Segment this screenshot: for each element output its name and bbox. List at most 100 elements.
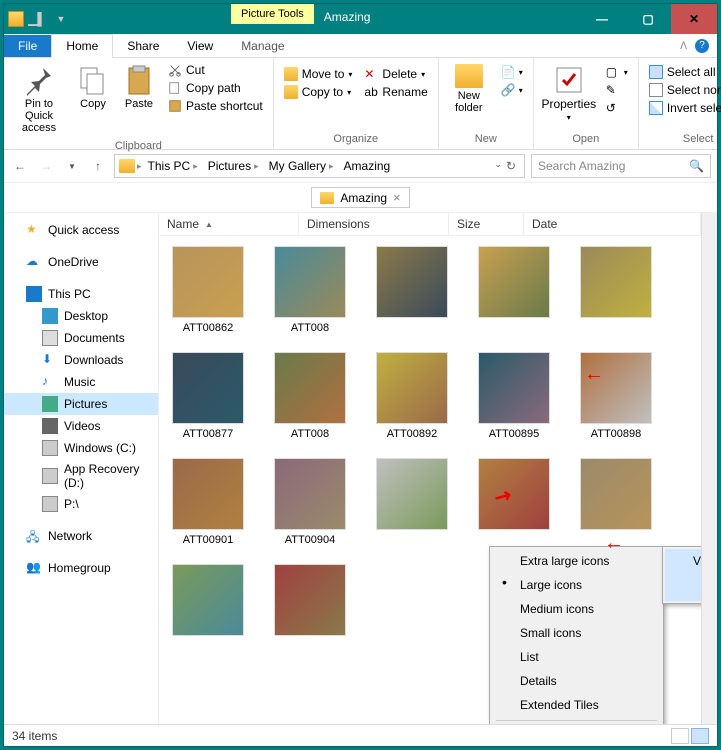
sidebar-p-drive[interactable]: P:\ xyxy=(4,493,158,515)
sidebar-videos[interactable]: Videos xyxy=(4,415,158,437)
ctx-small-icons[interactable]: Small icons xyxy=(492,621,661,645)
sidebar-desktop[interactable]: Desktop xyxy=(4,305,158,327)
search-input[interactable]: Search Amazing 🔍 xyxy=(531,154,711,178)
forward-button[interactable]: → xyxy=(36,156,56,176)
file-thumbnail[interactable] xyxy=(271,564,349,640)
ctx-list[interactable]: List xyxy=(492,645,661,669)
file-thumbnail[interactable] xyxy=(373,246,451,334)
file-thumbnail[interactable]: ATT00901 xyxy=(169,458,247,546)
rename-button[interactable]: abRename xyxy=(360,84,431,100)
file-thumbnail[interactable]: ATT00898 xyxy=(577,352,655,440)
crumb-mygallery[interactable]: My Gallery▸ xyxy=(265,159,338,173)
file-thumbnail[interactable] xyxy=(577,458,655,546)
sidebar-network[interactable]: 🖧Network xyxy=(4,525,158,547)
file-thumbnail[interactable]: ATT00877 xyxy=(169,352,247,440)
file-thumbnail[interactable]: ATT008 xyxy=(271,246,349,334)
sidebar-downloads[interactable]: ⬇Downloads xyxy=(4,349,158,371)
ctx-medium-icons[interactable]: Medium icons xyxy=(492,597,661,621)
thumbnail-image xyxy=(580,352,652,424)
copy-button[interactable]: Copy xyxy=(72,60,114,114)
help-icon[interactable]: ? xyxy=(695,39,709,53)
invert-selection-button[interactable]: Invert selection xyxy=(645,100,721,116)
sidebar-quick-access[interactable]: ★Quick access xyxy=(4,219,158,241)
new-folder-button[interactable]: New folder xyxy=(445,60,493,118)
file-thumbnail[interactable] xyxy=(373,458,451,546)
paste-button[interactable]: Paste xyxy=(118,60,160,114)
tab-file[interactable]: File xyxy=(4,35,51,57)
vertical-scrollbar[interactable] xyxy=(701,213,717,724)
sidebar-documents[interactable]: Documents xyxy=(4,327,158,349)
file-thumbnail[interactable]: ATT00895 xyxy=(475,352,553,440)
new-item-button[interactable]: 📄▾ xyxy=(497,64,527,80)
content-pane: Name▲ Dimensions Size Date ATT00862ATT00… xyxy=(159,213,701,724)
addr-dropdown-icon[interactable]: ⌄ xyxy=(494,159,502,173)
col-name[interactable]: Name▲ xyxy=(159,213,299,235)
tab-close-icon[interactable]: × xyxy=(393,190,401,205)
close-button[interactable]: ✕ xyxy=(671,4,717,34)
minimize-button[interactable]: — xyxy=(579,4,625,34)
ctx-extended-tiles[interactable]: Extended Tiles xyxy=(492,693,661,717)
up-button[interactable]: ↑ xyxy=(88,156,108,176)
details-view-button[interactable] xyxy=(671,728,689,744)
cut-button[interactable]: Cut xyxy=(164,62,267,78)
open-button[interactable]: ▢▾ xyxy=(602,64,632,80)
tab-view[interactable]: View xyxy=(173,35,227,57)
tab-share[interactable]: Share xyxy=(113,35,173,57)
sidebar-app-recovery[interactable]: App Recovery (D:) xyxy=(4,459,158,493)
select-all-button[interactable]: Select all xyxy=(645,64,721,80)
context-menu-main: View❯ Sort by❯ Group by❯ Refresh Customi… xyxy=(662,546,701,604)
sidebar-homegroup[interactable]: 👥Homegroup xyxy=(4,557,158,579)
tab-home[interactable]: Home xyxy=(51,34,113,58)
sidebar-music[interactable]: ♪Music xyxy=(4,371,158,393)
qat-menu[interactable]: ▁▌ xyxy=(26,8,48,30)
file-thumbnail[interactable] xyxy=(475,246,553,334)
file-thumbnail[interactable] xyxy=(169,564,247,640)
qat-dropdown[interactable]: ▼ xyxy=(50,8,72,30)
thumbnails-view-button[interactable] xyxy=(691,728,709,744)
crumb-amazing[interactable]: Amazing xyxy=(340,159,395,173)
file-thumbnail[interactable]: ATT008 xyxy=(271,352,349,440)
ctx-large-icons[interactable]: •Large icons xyxy=(492,573,661,597)
copy-to-button[interactable]: Copy to ▾ xyxy=(280,84,357,100)
easy-access-button[interactable]: 🔗▾ xyxy=(497,82,527,98)
file-thumbnail[interactable]: ATT00892 xyxy=(373,352,451,440)
recent-dropdown[interactable]: ▼ xyxy=(62,156,82,176)
file-thumbnail[interactable] xyxy=(475,458,553,546)
edit-button[interactable]: ✎ xyxy=(602,82,632,98)
sidebar-windows-c[interactable]: Windows (C:) xyxy=(4,437,158,459)
col-dimensions[interactable]: Dimensions xyxy=(299,213,449,235)
file-thumbnail[interactable] xyxy=(577,246,655,334)
sidebar-onedrive[interactable]: ☁OneDrive xyxy=(4,251,158,273)
sidebar-this-pc[interactable]: This PC xyxy=(4,283,158,305)
maximize-button[interactable]: ▢ xyxy=(625,4,671,34)
ctx-view[interactable]: View❯ xyxy=(665,549,701,601)
sidebar-pictures[interactable]: Pictures xyxy=(4,393,158,415)
delete-button[interactable]: ✕Delete ▾ xyxy=(360,66,431,82)
window-icon[interactable] xyxy=(8,11,24,27)
collapse-ribbon-icon[interactable]: ᐱ xyxy=(680,41,687,52)
homegroup-icon: 👥 xyxy=(26,560,42,576)
col-size[interactable]: Size xyxy=(449,213,524,235)
copy-path-button[interactable]: Copy path xyxy=(164,80,267,96)
folder-tab[interactable]: Amazing × xyxy=(311,187,409,208)
select-none-button[interactable]: Select none xyxy=(645,82,721,98)
properties-icon xyxy=(553,64,585,96)
refresh-icon[interactable]: ↻ xyxy=(506,159,516,173)
history-button[interactable]: ↺ xyxy=(602,100,632,116)
paste-shortcut-button[interactable]: Paste shortcut xyxy=(164,98,267,114)
pin-quick-access-button[interactable]: Pin to Quick access xyxy=(10,60,68,138)
crumb-thispc[interactable]: This PC▸ xyxy=(144,159,202,173)
ctx-extra-large-icons[interactable]: Extra large icons xyxy=(492,549,661,573)
crumb-pictures[interactable]: Pictures▸ xyxy=(204,159,263,173)
properties-button[interactable]: Properties ▾ xyxy=(540,60,598,127)
file-thumbnail[interactable]: ATT00904 xyxy=(271,458,349,546)
pc-icon xyxy=(26,286,42,302)
address-bar[interactable]: ▸ This PC▸ Pictures▸ My Gallery▸ Amazing… xyxy=(114,154,525,178)
tab-manage[interactable]: Manage xyxy=(227,35,298,57)
ctx-details[interactable]: Details xyxy=(492,669,661,693)
col-date[interactable]: Date xyxy=(524,213,701,235)
move-to-button[interactable]: Move to ▾ xyxy=(280,66,357,82)
file-thumbnail[interactable]: ATT00862 xyxy=(169,246,247,334)
file-list[interactable]: ATT00862 ATT008 ATT00877 ATT008 ATT00892 ATT0… xyxy=(159,236,701,724)
back-button[interactable]: ← xyxy=(10,156,30,176)
